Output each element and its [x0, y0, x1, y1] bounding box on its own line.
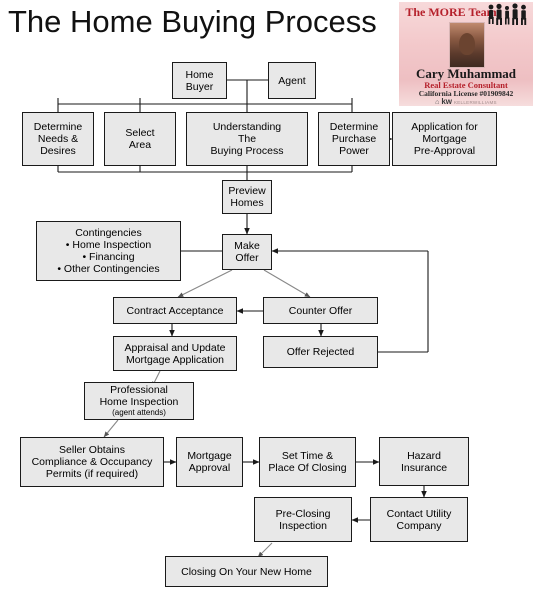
- node-sublabel: (agent attends): [112, 408, 166, 417]
- node-contract-acceptance[interactable]: Contract Acceptance: [113, 297, 237, 324]
- node-label: Select Area: [125, 127, 155, 151]
- node-label: Mortgage Approval: [187, 450, 232, 474]
- node-label: Closing On Your New Home: [181, 565, 312, 578]
- node-closing[interactable]: Closing On Your New Home: [165, 556, 328, 587]
- node-select-area[interactable]: Select Area: [104, 112, 176, 166]
- node-label: Counter Offer: [288, 304, 353, 317]
- node-mortgage-preapproval[interactable]: Application for Mortgage Pre-Approval: [392, 112, 497, 166]
- node-counter-offer[interactable]: Counter Offer: [263, 297, 378, 324]
- node-contact-utility[interactable]: Contact Utility Company: [370, 497, 468, 542]
- node-label: Professional Home Inspection: [99, 384, 179, 408]
- node-seller-obtains[interactable]: Seller Obtains Compliance & Occupancy Perm…: [20, 437, 164, 487]
- flowchart-canvas: The Home Buying Process The MORE Team Ca…: [0, 0, 534, 593]
- node-label: Preview Homes: [228, 185, 266, 209]
- node-pre-closing-inspection[interactable]: Pre-Closing Inspection: [254, 497, 352, 542]
- node-understanding-process[interactable]: Understanding The Buying Process: [186, 112, 308, 166]
- node-contingencies[interactable]: Contingencies • Home Inspection • Financin…: [36, 221, 181, 281]
- node-label: Make Offer: [234, 240, 260, 264]
- node-offer-rejected[interactable]: Offer Rejected: [263, 336, 378, 368]
- node-make-offer[interactable]: Make Offer: [222, 234, 272, 270]
- node-label: Agent: [278, 74, 306, 87]
- node-appraisal-update[interactable]: Appraisal and Update Mortgage Application: [113, 336, 237, 371]
- node-label: Determine Purchase Power: [329, 121, 379, 157]
- node-label: Pre-Closing Inspection: [275, 507, 331, 532]
- node-label: Seller Obtains Compliance & Occupancy Perm…: [31, 444, 153, 480]
- node-label: Understanding The Buying Process: [210, 121, 284, 157]
- node-label: Contingencies • Home Inspection • Financin…: [57, 227, 160, 275]
- node-mortgage-approval[interactable]: Mortgage Approval: [176, 437, 243, 487]
- node-set-time-place[interactable]: Set Time & Place Of Closing: [259, 437, 356, 487]
- node-home-buyer[interactable]: Home Buyer: [172, 62, 227, 99]
- node-label: Appraisal and Update Mortgage Application: [124, 341, 226, 366]
- node-preview-homes[interactable]: Preview Homes: [222, 180, 272, 214]
- node-label: Determine Needs & Desires: [33, 121, 83, 157]
- node-label: Set Time & Place Of Closing: [268, 450, 347, 474]
- node-label: Contract Acceptance: [126, 304, 224, 317]
- node-label: Hazard Insurance: [400, 449, 448, 474]
- node-label: Contact Utility Company: [386, 507, 452, 532]
- node-determine-needs[interactable]: Determine Needs & Desires: [22, 112, 94, 166]
- node-label: Home Buyer: [185, 68, 214, 93]
- node-agent[interactable]: Agent: [268, 62, 316, 99]
- node-label: Offer Rejected: [286, 346, 355, 358]
- node-hazard-insurance[interactable]: Hazard Insurance: [379, 437, 469, 486]
- node-determine-purchase-power[interactable]: Determine Purchase Power: [318, 112, 390, 166]
- node-label: Application for Mortgage Pre-Approval: [411, 121, 478, 157]
- node-professional-inspection[interactable]: Professional Home Inspection (agent atten…: [84, 382, 194, 420]
